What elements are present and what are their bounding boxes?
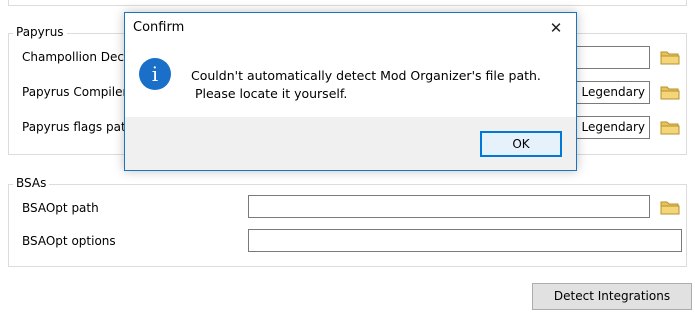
info-icon: i xyxy=(139,58,171,90)
bsas-group-title: BSAs xyxy=(13,176,50,190)
folder-icon[interactable] xyxy=(660,119,680,135)
ok-button[interactable]: OK xyxy=(480,131,562,157)
papyrus-flags-label: Papyrus flags pat xyxy=(22,120,126,134)
bsaopt-options-label: BSAOpt options xyxy=(22,234,116,248)
papyrus-compiler-label: Papyrus Compiler xyxy=(22,85,128,99)
top-group-edge xyxy=(8,0,687,6)
folder-icon[interactable] xyxy=(660,49,680,65)
bsaopt-options-field[interactable] xyxy=(248,229,682,252)
dialog-message-line-2: Please locate it yourself. xyxy=(191,86,348,101)
champollion-label: Champollion Deco xyxy=(22,50,132,64)
papyrus-group-title: Papyrus xyxy=(13,25,67,39)
folder-icon[interactable] xyxy=(660,84,680,100)
dialog-message-line-1: Couldn't automatically detect Mod Organi… xyxy=(191,68,541,83)
close-icon[interactable]: ✕ xyxy=(543,17,569,39)
info-glyph: i xyxy=(151,62,159,86)
bsaopt-path-label: BSAOpt path xyxy=(22,201,99,215)
dialog-footer: OK xyxy=(125,117,576,170)
detect-integrations-button[interactable]: Detect Integrations xyxy=(532,283,692,310)
dialog-title: Confirm xyxy=(133,20,185,35)
bsaopt-path-field[interactable] xyxy=(248,195,650,218)
confirm-dialog: Confirm ✕ i Couldn't automatically detec… xyxy=(124,12,577,171)
folder-icon[interactable] xyxy=(660,199,680,215)
